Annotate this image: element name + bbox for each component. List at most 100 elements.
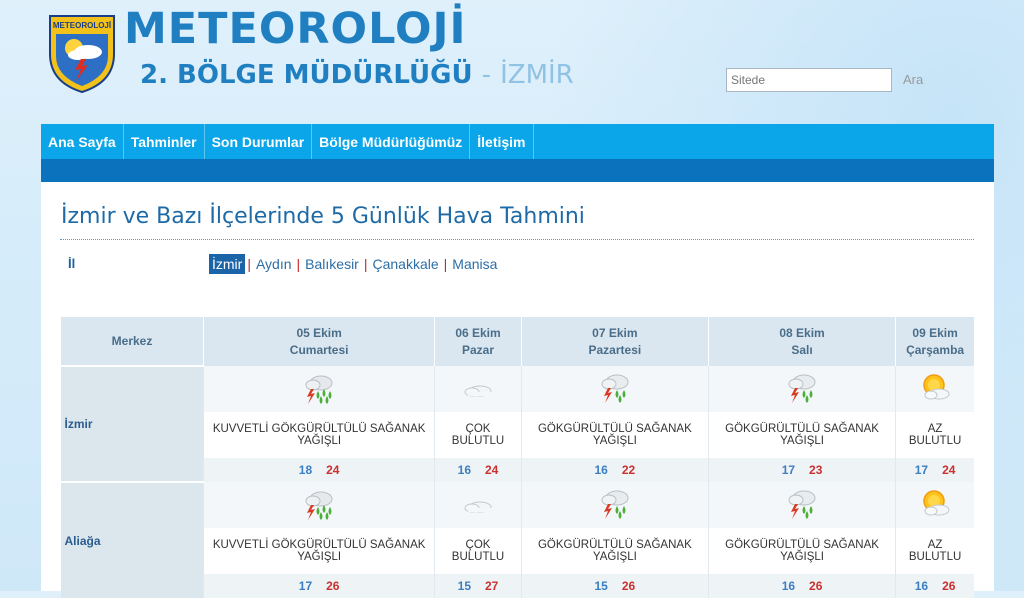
weather-description: GÖKGÜRÜLTÜLÜ SAĞANAK YAĞIŞLI (707, 528, 896, 574)
nav-item-contact[interactable]: İletişim (470, 124, 534, 159)
province-link-balikesir[interactable]: Balıkesir (302, 254, 362, 274)
min-temperature: 16 (594, 463, 608, 477)
nav-item-directorate[interactable]: Bölge Müdürlüğümüz (312, 124, 471, 159)
day-name: Cumartesi (289, 342, 349, 357)
title-divider (60, 239, 974, 240)
weather-description: GÖKGÜRÜLTÜLÜ SAĞANAK YAĞIŞLI (520, 412, 709, 458)
max-temperature: 24 (326, 463, 340, 477)
weather-description: ÇOK BULUTLU (434, 528, 522, 574)
day-name: Pazartesi (588, 342, 642, 357)
city-name: Aliağa (60, 481, 204, 598)
forecast-icon-row: Aliağa (60, 481, 974, 598)
min-temperature: 16 (457, 463, 471, 477)
main-nav: Ana Sayfa Tahminler Son Durumlar Bölge M… (41, 124, 994, 159)
min-temperature: 17 (914, 463, 929, 477)
day-date: 08 Ekim (779, 325, 825, 340)
province-link-manisa[interactable]: Manisa (449, 254, 500, 274)
cloudy-icon (460, 501, 496, 524)
weather-icon-cell (202, 482, 435, 528)
logo-text: METEOROLOJİ (53, 21, 111, 30)
weather-icon-cell (895, 482, 974, 528)
forecast-table: Merkez 05 Ekim Cumartesi 06 Ekim Pazar 07 … (60, 317, 974, 598)
weather-icon-cell (434, 482, 522, 528)
nav-item-home[interactable]: Ana Sayfa (41, 124, 124, 159)
forecast-header-row: Merkez 05 Ekim Cumartesi 06 Ekim Pazar 07 … (60, 317, 974, 366)
search-button[interactable]: Ara (903, 72, 923, 87)
weather-icon-cell (707, 366, 896, 412)
weather-description: GÖKGÜRÜLTÜLÜ SAĞANAK YAĞIŞLI (707, 412, 896, 458)
day-name: Pazar (461, 342, 495, 357)
min-temperature: 17 (781, 463, 796, 477)
temperature-cell: 16 22 (520, 458, 709, 482)
weather-icon-cell (520, 366, 709, 412)
temperature-cell: 17 23 (707, 458, 896, 482)
province-label: İl (68, 256, 76, 271)
day-header: 08 Ekim Salı (707, 317, 896, 366)
weather-description: AZ BULUTLU (895, 412, 974, 458)
subtitle-text: 2. BÖLGE MÜDÜRLÜĞÜ (140, 60, 473, 90)
content-panel: İzmir ve Bazı İlçelerinde 5 Günlük Hava … (41, 182, 994, 598)
weather-description: ÇOK BULUTLU (434, 412, 522, 458)
logo-shield-icon: METEOROLOJİ (49, 15, 115, 94)
separator: | (363, 256, 368, 272)
max-temperature: 23 (809, 463, 823, 477)
weather-description: KUVVETLİ GÖKGÜRÜLTÜLÜ SAĞANAK YAĞIŞLI (202, 528, 435, 574)
day-name: Çarşamba (906, 342, 965, 357)
sub-nav-bar (41, 159, 994, 182)
weather-icon-cell (202, 366, 435, 412)
partly-cloudy-icon (917, 489, 953, 524)
site-title: METEOROLOJİ (124, 4, 467, 54)
temperature-cell: 16 26 (895, 574, 974, 598)
max-temperature: 24 (942, 463, 956, 477)
site-subtitle: 2. BÖLGE MÜDÜRLÜĞÜ - İZMİR (140, 60, 574, 90)
heavy-thunderstorm-icon (301, 491, 337, 524)
weather-description: KUVVETLİ GÖKGÜRÜLTÜLÜ SAĞANAK YAĞIŞLI (202, 412, 435, 458)
forecast-body: İzmir KUVVETLİ GÖKGÜRÜLTÜLÜ SAĞANAK YAĞIŞ… (60, 365, 974, 598)
temperature-cell: 16 26 (707, 574, 896, 598)
temperature-cell: 17 24 (895, 458, 974, 482)
province-link-izmir[interactable]: İzmir (209, 254, 246, 274)
province-link-aydin[interactable]: Aydın (253, 254, 295, 274)
weather-icon-cell (707, 482, 896, 528)
temperature-cell: 18 24 (202, 458, 435, 482)
day-date: 06 Ekim (455, 325, 501, 340)
min-temperature: 18 (298, 463, 313, 477)
forecast-icon-row: İzmir (60, 365, 974, 482)
separator: | (296, 256, 301, 272)
subtitle-city: İZMİR (500, 60, 574, 90)
search-input[interactable] (726, 68, 892, 92)
thunderstorm-icon (784, 374, 820, 408)
nav-item-forecasts[interactable]: Tahminler (124, 124, 205, 159)
merkez-header: Merkez (60, 317, 204, 366)
nav-item-current-conditions[interactable]: Son Durumlar (205, 124, 313, 159)
subtitle-dash: - (481, 60, 492, 90)
max-temperature: 24 (485, 463, 499, 477)
thunderstorm-icon (597, 374, 633, 408)
weather-description: GÖKGÜRÜLTÜLÜ SAĞANAK YAĞIŞLI (520, 528, 709, 574)
partly-cloudy-icon (917, 373, 953, 408)
day-date: 07 Ekim (592, 325, 638, 340)
day-header: 05 Ekim Cumartesi (202, 317, 435, 366)
separator: | (247, 256, 251, 272)
page-title: İzmir ve Bazı İlçelerinde 5 Günlük Hava … (61, 204, 585, 229)
temperature-cell: 15 26 (520, 574, 709, 598)
weather-icon-cell (434, 366, 522, 412)
day-header: 06 Ekim Pazar (434, 317, 522, 366)
weather-icon-cell (520, 482, 709, 528)
cloudy-icon (460, 385, 496, 408)
heavy-thunderstorm-icon (301, 375, 337, 408)
day-header: 07 Ekim Pazartesi (520, 317, 709, 366)
day-date: 09 Ekim (912, 325, 958, 340)
day-date: 05 Ekim (296, 325, 342, 340)
weather-icon-cell (895, 366, 974, 412)
city-name: İzmir (60, 365, 204, 482)
temperature-cell: 15 27 (434, 574, 522, 598)
day-header: 09 Ekim Çarşamba (895, 317, 974, 366)
separator: | (443, 256, 448, 272)
day-name: Salı (791, 342, 813, 357)
temperature-cell: 17 26 (202, 574, 435, 598)
thunderstorm-icon (597, 490, 633, 524)
province-link-canakkale[interactable]: Çanakkale (369, 254, 441, 274)
province-selector: İzmir | Aydın | Balıkesir | Çanakkale | … (209, 254, 500, 274)
weather-description: AZ BULUTLU (895, 528, 974, 574)
